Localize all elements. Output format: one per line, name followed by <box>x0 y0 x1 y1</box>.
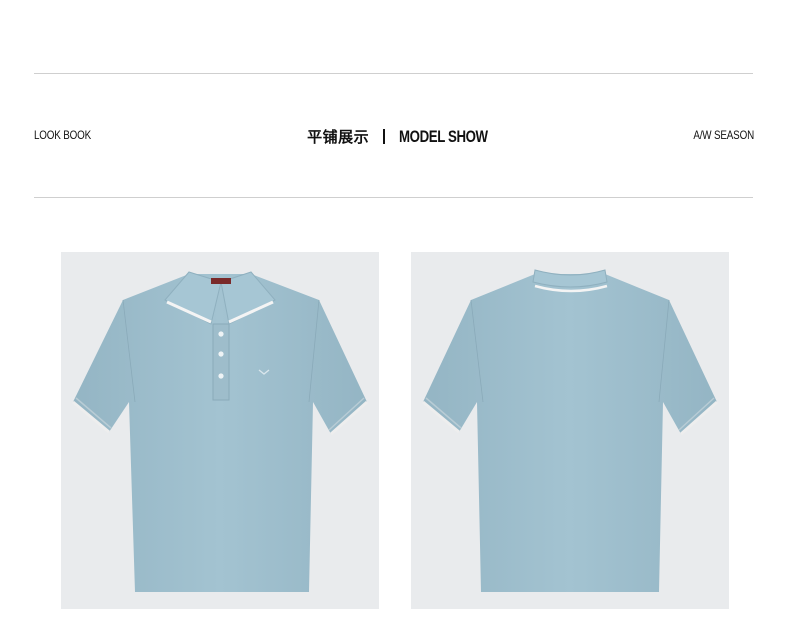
bottom-divider-line <box>34 197 753 198</box>
polo-shirt-back-image <box>422 269 718 592</box>
title-english: MODEL SHOW <box>399 126 488 146</box>
polo-shirt-front-image <box>72 271 368 592</box>
title-separator <box>383 129 386 144</box>
product-photo-back <box>411 252 729 609</box>
section-title: 平铺展示 MODEL SHOW <box>0 126 790 147</box>
season-label: A/W SEASON <box>693 128 754 142</box>
title-chinese: 平铺展示 <box>307 128 370 146</box>
product-photo-front <box>61 252 379 609</box>
top-divider-line <box>34 73 753 74</box>
